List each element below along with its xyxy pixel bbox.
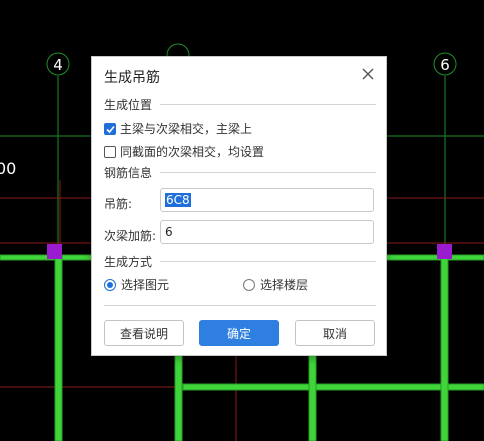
extra-stirrup-value: 6 — [165, 225, 173, 239]
extra-stirrup-label: 次梁加筋: — [104, 229, 157, 243]
column-node[interactable] — [437, 244, 452, 259]
axis-label-6: 6 — [440, 56, 450, 74]
position-section-header: 生成位置 — [104, 97, 376, 112]
column-node[interactable] — [47, 244, 62, 259]
horizontal-beam[interactable] — [182, 383, 484, 391]
dimension-text: 00 — [0, 159, 16, 178]
hanger-rebar-input[interactable]: 6C8 — [160, 188, 374, 212]
vertical-beam[interactable] — [54, 255, 63, 441]
cancel-button[interactable]: 取消 — [295, 320, 375, 346]
section-label: 生成方式 — [104, 254, 153, 269]
divider — [160, 103, 376, 105]
divider — [160, 171, 376, 173]
radio-label: 选择图元 — [121, 278, 170, 292]
rebar-section-header: 钢筋信息 — [104, 165, 376, 180]
hanger-rebar-value: 6C8 — [165, 193, 191, 207]
ok-button[interactable]: 确定 — [199, 320, 279, 346]
checkbox-same-section[interactable]: 同截面的次梁相交，均设置 — [104, 143, 264, 160]
footer-divider — [104, 305, 376, 306]
checkbox-label: 主梁与次梁相交，主梁上 — [120, 122, 253, 136]
radio-unselected-icon[interactable] — [243, 278, 255, 291]
checkbox-label: 同截面的次梁相交，均设置 — [120, 145, 265, 159]
axis-label-4: 4 — [53, 56, 63, 74]
vertical-beam[interactable] — [440, 255, 449, 441]
radio-selected-icon[interactable] — [104, 278, 116, 291]
hanger-rebar-label: 吊筋: — [104, 197, 133, 211]
vertical-beam[interactable] — [308, 354, 317, 441]
checkbox-main-beam[interactable]: 主梁与次梁相交，主梁上 — [104, 120, 252, 137]
divider — [160, 260, 376, 262]
close-icon[interactable] — [360, 66, 376, 82]
checkbox-unchecked-icon[interactable] — [104, 145, 116, 158]
section-label: 生成位置 — [104, 97, 153, 112]
help-button[interactable]: 查看说明 — [104, 320, 184, 346]
dialog-title: 生成吊筋 — [104, 70, 160, 86]
extra-stirrup-input[interactable]: 6 — [160, 220, 374, 244]
generate-hanger-rebar-dialog: 生成吊筋 生成位置 主梁与次梁相交，主梁上 同截面的次梁相交，均设置 钢筋信息 … — [91, 56, 387, 356]
radio-label: 选择楼层 — [260, 278, 309, 292]
radio-select-element[interactable]: 选择图元 — [104, 276, 169, 293]
method-section-header: 生成方式 — [104, 254, 376, 269]
checkbox-checked-icon[interactable] — [104, 122, 116, 135]
section-label: 钢筋信息 — [104, 165, 153, 180]
vertical-beam[interactable] — [174, 354, 183, 441]
radio-select-floor[interactable]: 选择楼层 — [243, 276, 308, 293]
